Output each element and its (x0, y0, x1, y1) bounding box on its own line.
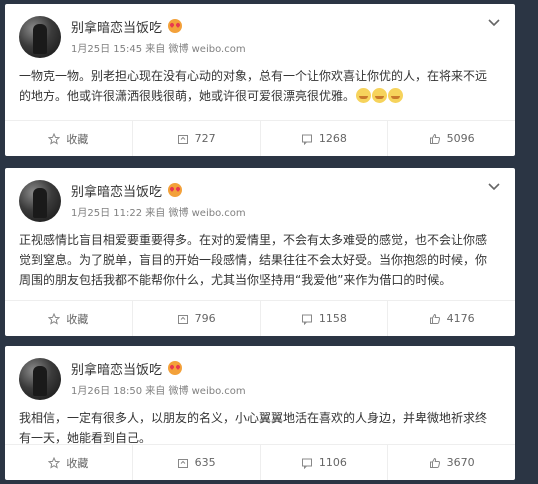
post-content: 正视感情比盲目相爱要重要得多。在对的爱情里，不会有太多难受的感觉，也不会让你感觉… (19, 230, 501, 290)
repost-icon (177, 314, 188, 324)
name-row: 别拿暗恋当饭吃 (71, 16, 246, 36)
repost-icon (177, 458, 188, 468)
comment-count: 1158 (318, 312, 347, 325)
like-icon (429, 133, 440, 144)
repost-icon (177, 134, 188, 144)
heart-badge-icon (168, 361, 183, 375)
post-text: 正视感情比盲目相爱要重要得多。在对的爱情里，不会有太多难受的感觉，也不会让你感觉… (19, 233, 488, 287)
heart-badge-icon (168, 19, 183, 33)
name-row: 别拿暗恋当饭吃 (71, 358, 246, 378)
comment-button[interactable]: 1158 (259, 301, 388, 336)
post-meta: 别拿暗恋当饭吃 1月25日 15:45 来自 微博 weibo.com (71, 16, 246, 55)
comment-count: 1268 (318, 132, 347, 145)
post-meta: 别拿暗恋当饭吃 1月25日 11:22 来自 微博 weibo.com (71, 180, 246, 219)
chevron-down-icon[interactable] (487, 16, 501, 30)
action-bar: 收藏 796 1158 4176 (5, 300, 515, 336)
post-meta: 别拿暗恋当饭吃 1月26日 18:50 来自 微博 weibo.com (71, 358, 246, 397)
weibo-post-3: 别拿暗恋当饭吃 1月26日 18:50 来自 微博 weibo.com 我相信，… (5, 346, 515, 480)
post-text: 一物克一物。别老担心现在没有心动的对象，总有一个让你欢喜让你优的人，在将来不远的… (19, 69, 488, 103)
comment-icon (301, 314, 312, 325)
like-button[interactable]: 4176 (387, 301, 515, 336)
post-header: 别拿暗恋当饭吃 1月26日 18:50 来自 微博 weibo.com (19, 358, 501, 400)
emoji-icon (356, 88, 372, 103)
like-button[interactable]: 3670 (387, 445, 515, 480)
comment-button[interactable]: 1106 (259, 445, 388, 480)
repost-button[interactable]: 635 (131, 445, 260, 480)
like-count: 3670 (446, 456, 475, 469)
action-bar: 收藏 727 1268 5096 (5, 120, 515, 156)
repost-button[interactable]: 796 (131, 301, 260, 336)
post-text: 我相信，一定有很多人，以朋友的名义，小心翼翼地活在喜欢的人身边，并卑微地祈求终有… (19, 411, 488, 445)
emoji-icon (372, 88, 388, 103)
post-header: 别拿暗恋当饭吃 1月25日 11:22 来自 微博 weibo.com (19, 180, 501, 222)
name-row: 别拿暗恋当饭吃 (71, 180, 246, 200)
comment-button[interactable]: 1268 (259, 121, 388, 156)
favorite-label: 收藏 (66, 312, 89, 326)
repost-count: 796 (194, 312, 216, 325)
repost-count: 727 (194, 132, 216, 145)
avatar[interactable] (19, 16, 61, 58)
comment-count: 1106 (318, 456, 347, 469)
repost-count: 635 (194, 456, 216, 469)
username[interactable]: 别拿暗恋当饭吃 (71, 359, 162, 378)
post-time[interactable]: 1月26日 18:50 来自 微博 weibo.com (71, 382, 246, 397)
post-body: 别拿暗恋当饭吃 1月25日 11:22 来自 微博 weibo.com 正视感情… (5, 168, 515, 290)
comment-icon (301, 458, 312, 469)
repost-button[interactable]: 727 (131, 121, 260, 156)
action-bar: 收藏 635 1106 3670 (5, 444, 515, 480)
like-count: 4176 (446, 312, 475, 325)
post-body: 别拿暗恋当饭吃 1月25日 15:45 来自 微博 weibo.com 一物克一… (5, 4, 515, 106)
post-header: 别拿暗恋当饭吃 1月25日 15:45 来自 微博 weibo.com (19, 16, 501, 58)
post-body: 别拿暗恋当饭吃 1月26日 18:50 来自 微博 weibo.com 我相信，… (5, 346, 515, 448)
favorite-button[interactable]: 收藏 (5, 121, 132, 156)
favorite-label: 收藏 (66, 456, 89, 470)
like-icon (429, 313, 440, 324)
like-icon (429, 457, 440, 468)
like-button[interactable]: 5096 (387, 121, 515, 156)
heart-badge-icon (168, 183, 183, 197)
chevron-down-icon[interactable] (487, 180, 501, 194)
emoji-icon (388, 88, 404, 103)
post-content: 我相信，一定有很多人，以朋友的名义，小心翼翼地活在喜欢的人身边，并卑微地祈求终有… (19, 408, 501, 448)
avatar[interactable] (19, 180, 61, 222)
like-count: 5096 (446, 132, 475, 145)
post-time[interactable]: 1月25日 11:22 来自 微博 weibo.com (71, 204, 246, 219)
star-icon (48, 312, 61, 325)
star-icon (48, 132, 61, 145)
avatar[interactable] (19, 358, 61, 400)
comment-icon (301, 134, 312, 145)
post-content: 一物克一物。别老担心现在没有心动的对象，总有一个让你欢喜让你优的人，在将来不远的… (19, 66, 501, 106)
favorite-button[interactable]: 收藏 (5, 301, 132, 336)
weibo-post-1: 别拿暗恋当饭吃 1月25日 15:45 来自 微博 weibo.com 一物克一… (5, 4, 515, 156)
username[interactable]: 别拿暗恋当饭吃 (71, 17, 162, 36)
weibo-post-2: 别拿暗恋当饭吃 1月25日 11:22 来自 微博 weibo.com 正视感情… (5, 168, 515, 336)
watermark: © 大嘴吧 (4, 464, 52, 477)
post-time[interactable]: 1月25日 15:45 来自 微博 weibo.com (71, 40, 246, 55)
favorite-label: 收藏 (66, 132, 89, 146)
username[interactable]: 别拿暗恋当饭吃 (71, 181, 162, 200)
